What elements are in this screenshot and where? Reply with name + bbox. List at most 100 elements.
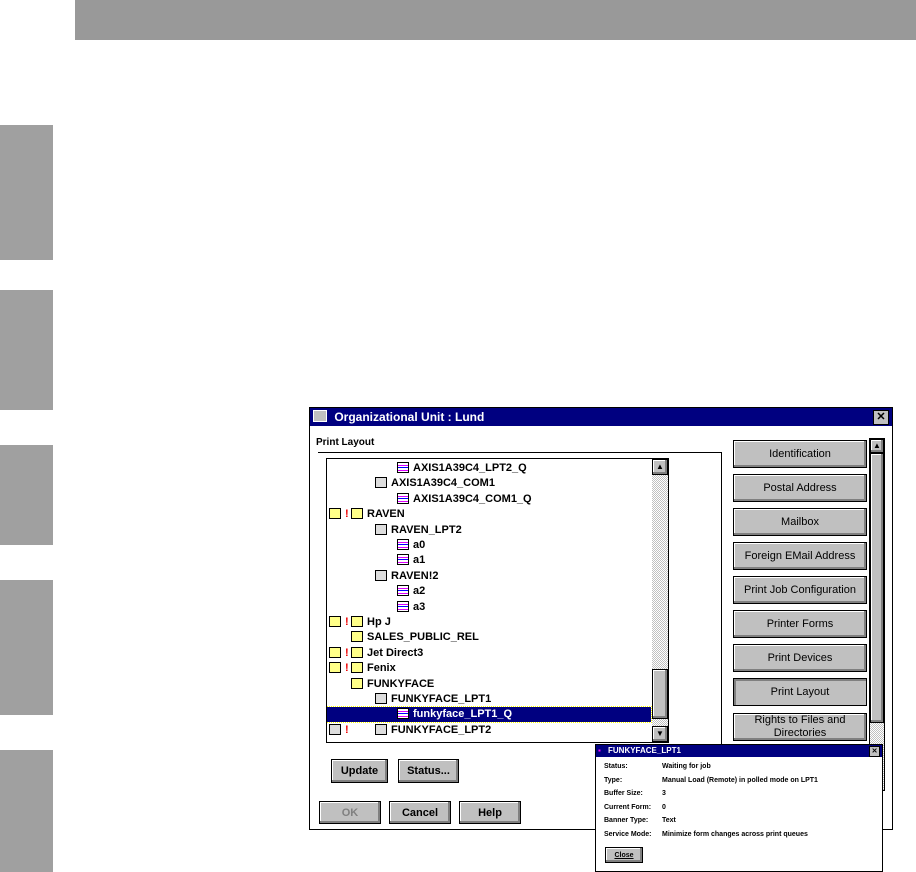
- tree-item-label: a2: [413, 585, 426, 598]
- queue-icon: [397, 539, 409, 550]
- side-tab: [0, 445, 53, 545]
- tree-item-label: RAVEN: [367, 508, 405, 521]
- print-server-icon: [351, 631, 363, 643]
- warning-icon: !: [345, 662, 349, 675]
- tree-item-label: a0: [413, 539, 426, 551]
- printer-icon: [375, 723, 387, 735]
- page-button[interactable]: Foreign EMail Address: [733, 542, 867, 570]
- close-icon[interactable]: ✕: [873, 410, 889, 425]
- tree-item-label: FUNKYFACE_LPT2: [391, 723, 492, 736]
- server-status-icon: [329, 508, 341, 520]
- server-status-icon: [329, 646, 341, 658]
- tree-item-label: Jet Direct3: [367, 646, 424, 659]
- popup-close-button[interactable]: Close: [605, 847, 643, 863]
- tree-item-label: a1: [413, 554, 426, 567]
- field-value: 3: [662, 790, 666, 797]
- tree-item-label: FUNKYFACE: [367, 677, 435, 690]
- system-menu-icon[interactable]: [313, 410, 327, 422]
- field-value: Waiting for job: [662, 763, 711, 770]
- side-tab: [0, 580, 53, 715]
- tree-item-label: Fenix: [367, 662, 396, 675]
- scroll-down-button[interactable]: ▼: [652, 726, 668, 742]
- printer-status-popup: ▪ FUNKYFACE_LPT1 ✕ Status: Waiting for jo…: [595, 744, 883, 872]
- warning-icon: !: [345, 508, 349, 521]
- page-button[interactable]: Rights to Files and Directories: [733, 713, 867, 741]
- scroll-thumb[interactable]: [652, 669, 668, 719]
- tree-item[interactable]: RAVEN!2: [327, 569, 651, 584]
- tree-item-label: AXIS1A39C4_LPT2_Q: [413, 462, 527, 474]
- pages-scroll-up[interactable]: ▲: [870, 439, 884, 453]
- tree-item[interactable]: ! RAVEN: [327, 507, 651, 522]
- status-button[interactable]: Status...: [398, 759, 459, 783]
- tree-item-label: FUNKYFACE_LPT1: [391, 693, 492, 705]
- print-server-icon: [351, 662, 363, 674]
- queue-icon: [397, 585, 409, 597]
- tree-item[interactable]: a2: [327, 584, 651, 599]
- tree-item[interactable]: AXIS1A39C4_COM1_Q: [327, 492, 651, 507]
- header-bar: [75, 0, 916, 40]
- page-button[interactable]: Print Devices: [733, 644, 867, 672]
- field-value: Text: [662, 817, 676, 824]
- tree-item[interactable]: a3: [327, 600, 651, 615]
- help-button[interactable]: Help: [459, 801, 521, 824]
- queue-icon: [397, 708, 409, 720]
- tree-item-label: RAVEN!2: [391, 569, 439, 582]
- tree-item-label: AXIS1A39C4_COM1: [391, 477, 495, 490]
- tree-item[interactable]: FUNKYFACE: [327, 677, 651, 692]
- printer-icon: [375, 693, 387, 704]
- queue-icon: [397, 600, 409, 612]
- pages-scroll-thumb[interactable]: [870, 453, 884, 723]
- side-tab: [0, 125, 53, 260]
- tree-item[interactable]: ! Fenix: [327, 661, 651, 676]
- queue-icon: [397, 462, 409, 473]
- page-button[interactable]: Postal Address: [733, 474, 867, 502]
- popup-close-icon[interactable]: ✕: [869, 746, 880, 757]
- page-button[interactable]: Printer Forms: [733, 610, 867, 638]
- printer-icon: ▪: [598, 746, 601, 755]
- page-button[interactable]: Print Job Configuration: [733, 576, 867, 604]
- tree-item[interactable]: a1: [327, 553, 651, 568]
- tree-item[interactable]: FUNKYFACE_LPT1: [327, 692, 651, 707]
- ok-button[interactable]: OK: [319, 801, 381, 824]
- printer-icon: [375, 477, 387, 489]
- cancel-button[interactable]: Cancel: [389, 801, 451, 824]
- tree-scrollbar[interactable]: ▲ ▼: [652, 459, 668, 742]
- tree-item[interactable]: AXIS1A39C4_LPT2_Q: [327, 461, 651, 476]
- popup-title-bar: ▪ FUNKYFACE_LPT1 ✕: [596, 745, 882, 757]
- tree-item[interactable]: ! Hp J: [327, 615, 651, 630]
- tree-item[interactable]: ! Jet Direct3: [327, 646, 651, 661]
- print-layout-tree[interactable]: ▲ ▼ AXIS1A39C4_LPT2_Q AXIS1A39C4_COM1 AXIS…: [326, 458, 669, 743]
- warning-icon: !: [345, 616, 349, 628]
- tree-item-label: a3: [413, 600, 426, 613]
- scroll-up-button[interactable]: ▲: [652, 459, 668, 475]
- warning-icon: !: [345, 646, 349, 659]
- tree-item-label: AXIS1A39C4_COM1_Q: [413, 492, 532, 505]
- dialog-title-bar: Organizational Unit : Lund ✕: [310, 408, 892, 426]
- tree-item[interactable]: SALES_PUBLIC_REL: [327, 630, 651, 645]
- tree-item[interactable]: RAVEN_LPT2: [327, 523, 651, 538]
- page-button[interactable]: Identification: [733, 440, 867, 468]
- tree-item[interactable]: AXIS1A39C4_COM1: [327, 476, 651, 491]
- printer-icon: [375, 523, 387, 535]
- tree-item-label: funkyface_LPT1_Q: [413, 708, 513, 721]
- update-button[interactable]: Update: [331, 759, 388, 783]
- side-tab: [0, 750, 53, 872]
- popup-title: FUNKYFACE_LPT1: [608, 746, 681, 755]
- field-label: Type:: [604, 776, 623, 784]
- field-label: Banner Type:: [604, 817, 649, 824]
- pages-scrollbar[interactable]: ▲: [869, 438, 885, 791]
- page-button[interactable]: Print Layout: [733, 678, 867, 706]
- tree-item-label: Hp J: [367, 616, 391, 628]
- dialog-title: Organizational Unit : Lund: [334, 410, 485, 424]
- tree-item[interactable]: a0: [327, 538, 651, 553]
- page-button[interactable]: Mailbox: [733, 508, 867, 536]
- print-server-icon: [351, 677, 363, 689]
- field-value: Manual Load (Remote) in polled mode on L…: [662, 776, 818, 784]
- field-label: Current Form:: [604, 803, 652, 811]
- tree-item[interactable]: ! FUNKYFACE_LPT2: [327, 723, 651, 738]
- printer-status-icon: [329, 723, 341, 735]
- tree-item[interactable]: funkyface_LPT1_Q: [327, 706, 652, 724]
- field-label: Status:: [604, 763, 628, 770]
- field-value: 0: [662, 803, 666, 811]
- queue-icon: [397, 554, 409, 566]
